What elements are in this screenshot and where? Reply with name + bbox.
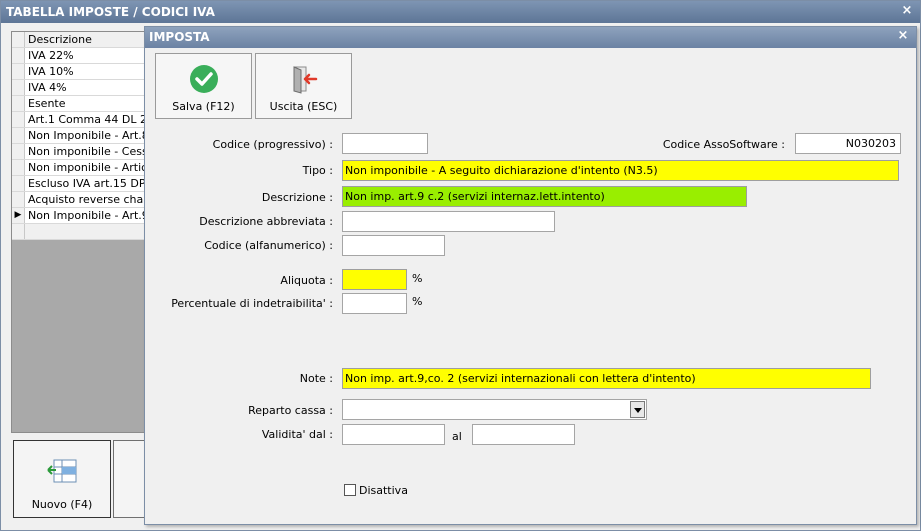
aliquota-label: Aliquota :	[280, 274, 333, 287]
table-row-selected[interactable]: ▶Non Imponibile - Art.9 Co	[12, 208, 148, 224]
descrizione-label: Descrizione :	[261, 191, 333, 204]
new-row-placeholder[interactable]	[12, 224, 148, 240]
codice-alfanumerico-input[interactable]	[342, 235, 445, 256]
exit-door-icon	[293, 66, 318, 94]
codice-progressivo-input[interactable]	[342, 133, 428, 154]
descrizione-abbreviata-label: Descrizione abbreviata :	[199, 215, 333, 228]
window-title-bar: TABELLA IMPOSTE / CODICI IVA ×	[1, 1, 920, 23]
indetraibilita-percent-sign: %	[412, 295, 423, 308]
validita-dal-input[interactable]	[342, 424, 445, 445]
codice-alfanumerico-label: Codice (alfanumerico) :	[204, 239, 333, 252]
percentuale-indetraibilita-label: Percentuale di indetraibilita' :	[171, 297, 333, 310]
window-close-icon[interactable]: ×	[900, 4, 914, 18]
save-button[interactable]: Salva (F12)	[155, 53, 252, 119]
table-row[interactable]: IVA 10%	[12, 64, 148, 80]
aliquota-percent-sign: %	[412, 272, 423, 285]
tipo-select[interactable]: Non imponibile - A seguito dichiarazione…	[342, 160, 899, 181]
column-header-descrizione[interactable]: Descrizione	[28, 32, 92, 47]
table-row[interactable]: Non imponibile - Cessioni	[12, 144, 148, 160]
dialog-close-icon[interactable]: ×	[896, 29, 910, 43]
descrizione-input[interactable]: Non imp. art.9 c.2 (servizi internaz.let…	[342, 186, 747, 207]
table-row[interactable]: Non Imponibile - Art.8 Co	[12, 128, 148, 144]
table-row[interactable]: IVA 22%	[12, 48, 148, 64]
codice-assosoftware-input[interactable]: N030203	[795, 133, 901, 154]
table-row[interactable]: Acquisto reverse charge	[12, 192, 148, 208]
codice-progressivo-label: Codice (progressivo) :	[212, 138, 333, 151]
note-label: Note :	[299, 372, 333, 385]
grid-header: Descrizione	[12, 32, 148, 48]
table-row[interactable]: Art.1 Comma 44 DL 27/1	[12, 112, 148, 128]
dialog-title-bar: IMPOSTA ×	[145, 27, 916, 48]
table-row[interactable]: Esente	[12, 96, 148, 112]
aliquota-input[interactable]	[342, 269, 407, 290]
table-row[interactable]: Non imponibile - Articolo	[12, 160, 148, 176]
codice-assosoftware-label: Codice AssoSoftware :	[662, 138, 785, 151]
note-input[interactable]: Non imp. art.9,co. 2 (servizi internazio…	[342, 368, 871, 389]
window-title: TABELLA IMPOSTE / CODICI IVA	[6, 5, 215, 19]
new-button[interactable]: Nuovo (F4)	[13, 440, 111, 518]
disattiva-checkbox[interactable]	[344, 484, 356, 496]
validita-dal-label: Validita' dal :	[261, 428, 333, 441]
reparto-cassa-select[interactable]	[342, 399, 647, 420]
exit-button-label: Uscita (ESC)	[269, 100, 338, 113]
table-row[interactable]: IVA 4%	[12, 80, 148, 96]
new-button-label: Nuovo (F4)	[31, 498, 93, 511]
percentuale-indetraibilita-input[interactable]	[342, 293, 407, 314]
table-row[interactable]: Escluso IVA art.15 DPR 6	[12, 176, 148, 192]
descrizione-abbreviata-input[interactable]	[342, 211, 555, 232]
new-record-icon	[47, 459, 77, 483]
reparto-cassa-label: Reparto cassa :	[248, 404, 333, 417]
save-button-label: Salva (F12)	[172, 100, 235, 113]
checkmark-icon	[190, 65, 218, 93]
imposte-grid: Descrizione IVA 22% IVA 10% IVA 4% Esent…	[11, 31, 149, 433]
imposta-dialog: IMPOSTA × Salva (F12) Uscita (ESC) Codic…	[144, 26, 917, 525]
current-row-marker-icon: ▶	[12, 208, 25, 223]
tipo-label: Tipo :	[302, 164, 333, 177]
validita-al-input[interactable]	[472, 424, 575, 445]
dialog-title: IMPOSTA	[149, 30, 210, 44]
chevron-down-icon[interactable]	[630, 401, 645, 418]
exit-button[interactable]: Uscita (ESC)	[255, 53, 352, 119]
secondary-button-partial[interactable]	[113, 440, 147, 518]
validita-al-label: al	[452, 430, 462, 443]
disattiva-label: Disattiva	[359, 484, 408, 497]
